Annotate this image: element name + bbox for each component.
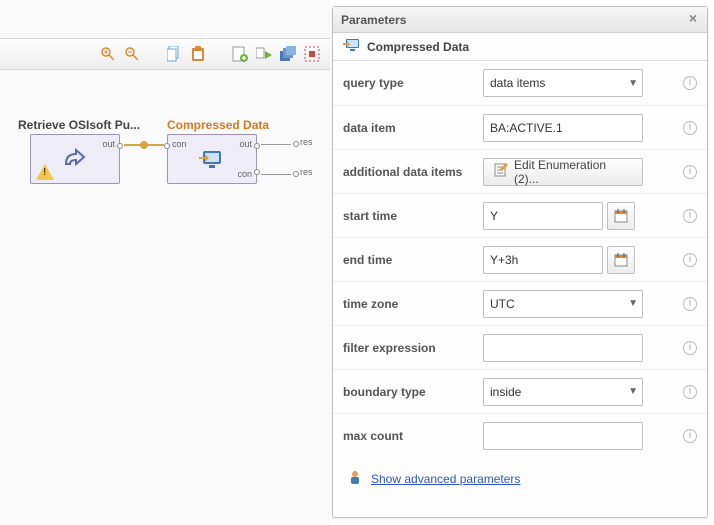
- select-boundary-type-value: inside: [490, 385, 521, 399]
- show-advanced-link[interactable]: Show advanced parameters: [371, 472, 520, 486]
- node-title-retrieve: Retrieve OSIsoft Pu...: [18, 118, 140, 132]
- paste-icon[interactable]: [190, 46, 206, 62]
- monitor-arrow-icon: [343, 37, 361, 56]
- close-icon[interactable]: ×: [685, 11, 701, 27]
- ext-port-res2: res: [300, 167, 313, 177]
- row-data-item: data item i: [333, 105, 707, 149]
- calendar-icon: [614, 253, 628, 267]
- input-end-time[interactable]: [483, 246, 603, 274]
- select-query-type-value: data items: [490, 76, 545, 90]
- panel-header: Parameters ×: [333, 7, 707, 33]
- panel-subtitle: Compressed Data: [367, 40, 469, 54]
- copy-icon[interactable]: [166, 46, 182, 62]
- info-icon[interactable]: i: [683, 341, 697, 355]
- row-max-count: max count i: [333, 413, 707, 457]
- label-query-type: query type: [343, 76, 483, 90]
- input-start-time[interactable]: [483, 202, 603, 230]
- port-out-label: out: [102, 139, 115, 149]
- node-link-dot: [140, 141, 148, 149]
- label-boundary-type: boundary type: [343, 385, 483, 399]
- row-end-time: end time i: [333, 237, 707, 281]
- chevron-down-icon: ▼: [628, 298, 638, 309]
- info-icon[interactable]: i: [683, 385, 697, 399]
- parameters-panel: Parameters × Compressed Data query type …: [332, 6, 708, 518]
- edit-enumeration-label: Edit Enumeration (2)...: [514, 158, 632, 186]
- monitor-arrow-icon: [199, 146, 225, 172]
- label-filter-expression: filter expression: [343, 341, 483, 355]
- select-query-type[interactable]: data items ▼: [483, 69, 643, 97]
- chevron-down-icon: ▼: [628, 386, 638, 397]
- label-time-zone: time zone: [343, 297, 483, 311]
- label-max-count: max count: [343, 429, 483, 443]
- info-icon[interactable]: i: [683, 429, 697, 443]
- zoom-out-icon[interactable]: [124, 46, 140, 62]
- port-in-label: con: [172, 139, 187, 149]
- row-boundary-type: boundary type inside ▼ i: [333, 369, 707, 413]
- port-out-dot[interactable]: [117, 143, 123, 149]
- link2b: [261, 174, 291, 175]
- info-icon[interactable]: i: [683, 121, 697, 135]
- select-time-zone-value: UTC: [490, 297, 515, 311]
- row-start-time: start time i: [333, 193, 707, 237]
- ext-port-res1-dot[interactable]: [293, 141, 299, 147]
- panel-title: Parameters: [341, 13, 406, 27]
- port-in-dot[interactable]: [164, 143, 170, 149]
- info-icon[interactable]: i: [683, 165, 697, 179]
- stack-icon[interactable]: [280, 46, 296, 62]
- row-filter-expression: filter expression i: [333, 325, 707, 369]
- edit-enumeration-button[interactable]: Edit Enumeration (2)...: [483, 158, 643, 186]
- label-end-time: end time: [343, 253, 483, 267]
- advanced-params-row: Show advanced parameters: [333, 457, 707, 500]
- chevron-down-icon: ▼: [628, 78, 638, 89]
- input-filter-expression[interactable]: [483, 334, 643, 362]
- port-con2-dot[interactable]: [254, 169, 260, 175]
- link2a: [261, 144, 291, 145]
- port-con2-label: con: [237, 169, 252, 179]
- run-icon[interactable]: [256, 46, 272, 62]
- fit-all-icon[interactable]: [304, 46, 320, 62]
- workflow-canvas[interactable]: Retrieve OSIsoft Pu... out Compressed Da…: [0, 70, 330, 525]
- add-node-icon[interactable]: [232, 46, 248, 62]
- panel-body: query type data items ▼ i data item i ad…: [333, 61, 707, 517]
- warning-icon: [36, 164, 54, 180]
- calendar-button-end[interactable]: [607, 246, 635, 274]
- calendar-icon: [614, 209, 628, 223]
- node-compressed-data[interactable]: con out con: [167, 134, 257, 184]
- zoom-in-icon[interactable]: [100, 46, 116, 62]
- row-time-zone: time zone UTC ▼ i: [333, 281, 707, 325]
- port-out-dot[interactable]: [254, 143, 260, 149]
- info-icon[interactable]: i: [683, 76, 697, 90]
- input-max-count[interactable]: [483, 422, 643, 450]
- row-query-type: query type data items ▼ i: [333, 61, 707, 105]
- redo-arrow-icon: [62, 146, 88, 172]
- node-title-compressed: Compressed Data: [167, 118, 269, 132]
- panel-subheader: Compressed Data: [333, 33, 707, 61]
- info-icon[interactable]: i: [683, 253, 697, 267]
- input-data-item[interactable]: [483, 114, 643, 142]
- edit-list-icon: [494, 163, 508, 180]
- label-data-item: data item: [343, 121, 483, 135]
- info-icon[interactable]: i: [683, 297, 697, 311]
- canvas-toolbar: [0, 38, 330, 70]
- ext-port-res1: res: [300, 137, 313, 147]
- select-time-zone[interactable]: UTC ▼: [483, 290, 643, 318]
- label-additional: additional data items: [343, 165, 483, 179]
- label-start-time: start time: [343, 209, 483, 223]
- workflow-canvas-area: Retrieve OSIsoft Pu... out Compressed Da…: [0, 0, 330, 525]
- port-out-label: out: [239, 139, 252, 149]
- ext-port-res2-dot[interactable]: [293, 171, 299, 177]
- node-retrieve-osisoft[interactable]: out: [30, 134, 120, 184]
- select-boundary-type[interactable]: inside ▼: [483, 378, 643, 406]
- row-additional-data-items: additional data items Edit Enumeration (…: [333, 149, 707, 193]
- person-icon: [347, 469, 363, 488]
- calendar-button-start[interactable]: [607, 202, 635, 230]
- info-icon[interactable]: i: [683, 209, 697, 223]
